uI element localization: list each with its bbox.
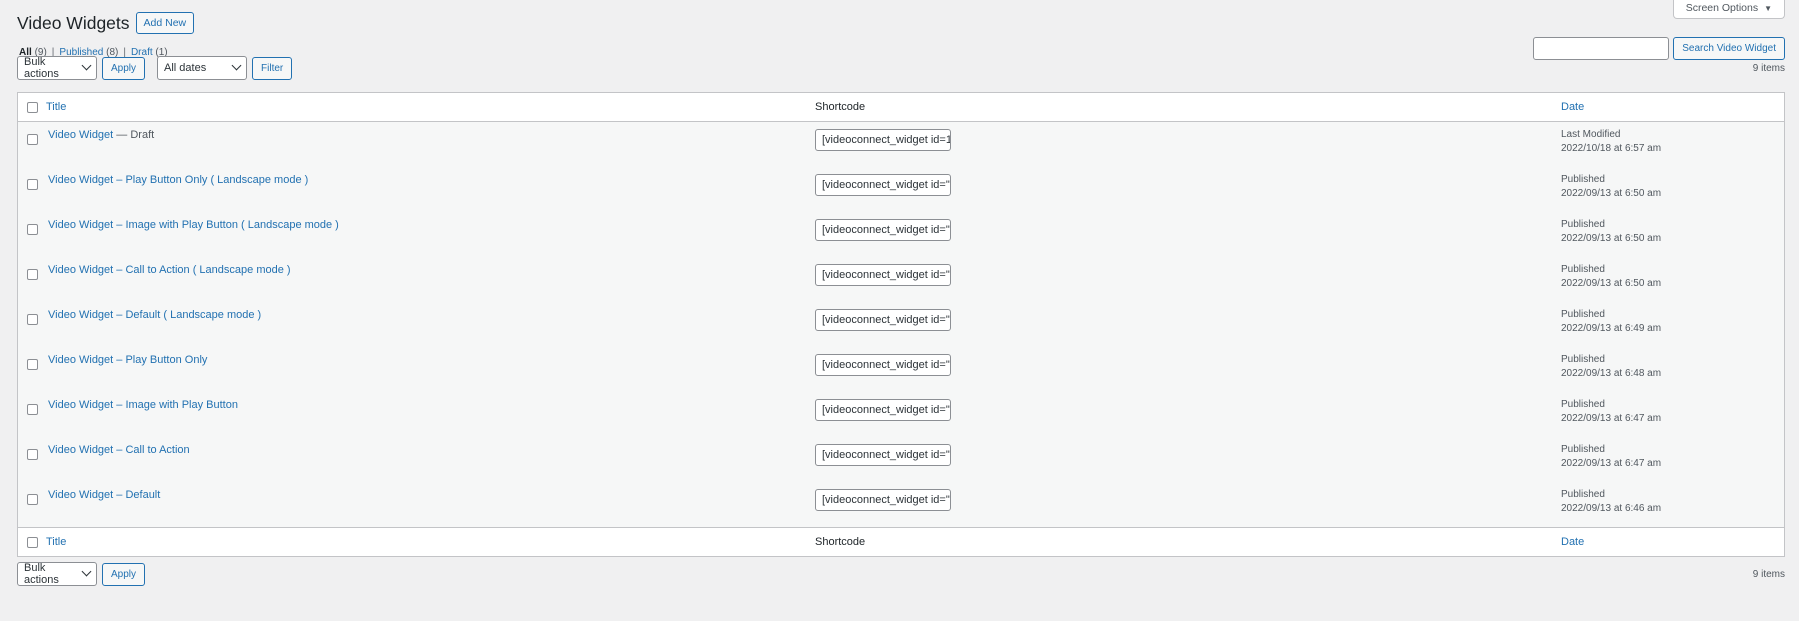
row-checkbox[interactable] xyxy=(26,314,38,325)
select-all-checkbox[interactable] xyxy=(26,101,38,113)
row-status: Published xyxy=(1561,219,1605,230)
items-count: 9 items xyxy=(1752,62,1785,74)
row-date: 2022/09/13 at 6:50 am xyxy=(1561,233,1662,244)
select-all-checkbox[interactable] xyxy=(26,536,38,548)
shortcode-field[interactable]: [videoconnect_widget id=" xyxy=(815,399,951,421)
shortcode-field[interactable]: [videoconnect_widget id=" xyxy=(815,489,951,511)
filter-button[interactable]: Filter xyxy=(252,56,293,80)
row-title-link[interactable]: Video Widget – Image with Play Button ( … xyxy=(48,219,339,231)
row-title-link[interactable]: Video Widget – Default xyxy=(48,489,160,501)
apply-button[interactable]: Apply xyxy=(102,56,146,80)
tablenav-top: Bulk actions Apply All dates Filter 9 it… xyxy=(17,56,1785,80)
shortcode-field[interactable]: [videoconnect_widget id=" xyxy=(815,444,951,466)
row-status: Published xyxy=(1561,264,1605,275)
row-status: Last Modified xyxy=(1561,129,1621,140)
row-title-link[interactable]: Video Widget – Default ( Landscape mode … xyxy=(48,309,261,321)
table-row: Video Widget — Draft [videoconnect_widget… xyxy=(18,122,1784,167)
row-checkbox[interactable] xyxy=(26,449,38,460)
row-title-link[interactable]: Video Widget – Call to Action xyxy=(48,444,190,456)
row-status: Published xyxy=(1561,444,1605,455)
row-title-link[interactable]: Video Widget xyxy=(48,129,113,141)
table-row: Video Widget – Default ( Landscape mode … xyxy=(18,302,1784,347)
row-checkbox[interactable] xyxy=(26,134,38,145)
table-footer-row: Title Shortcode Date xyxy=(18,527,1784,556)
bulk-actions-select[interactable]: Bulk actions xyxy=(17,56,97,80)
shortcode-field[interactable]: [videoconnect_widget id=" xyxy=(815,354,951,376)
screen-options-label: Screen Options xyxy=(1685,2,1759,14)
row-date: 2022/10/18 at 6:57 am xyxy=(1561,143,1662,154)
table-row: Video Widget – Call to Action ( Landscap… xyxy=(18,257,1784,302)
row-title-link[interactable]: Video Widget – Image with Play Button xyxy=(48,399,238,411)
shortcode-field[interactable]: [videoconnect_widget id=1 xyxy=(815,129,951,151)
title-column-header[interactable]: Title xyxy=(46,101,66,113)
shortcode-column-header: Shortcode xyxy=(815,101,866,113)
table-header-row: Title Shortcode Date xyxy=(18,93,1784,122)
shortcode-field[interactable]: [videoconnect_widget id=" xyxy=(815,219,951,241)
page-title: Video Widgets xyxy=(17,12,130,33)
table-row: Video Widget – Call to Action [videoconne… xyxy=(18,437,1784,482)
row-status: Published xyxy=(1561,174,1605,185)
table-row: Video Widget – Play Button Only ( Landsc… xyxy=(18,167,1784,212)
table-row: Video Widget – Image with Play Button ( … xyxy=(18,212,1784,257)
apply-button[interactable]: Apply xyxy=(102,562,146,586)
items-count: 9 items xyxy=(1752,568,1785,580)
row-checkbox[interactable] xyxy=(26,404,38,415)
add-new-button[interactable]: Add New xyxy=(135,12,195,34)
bulk-actions-select[interactable]: Bulk actions xyxy=(17,562,97,586)
row-date: 2022/09/13 at 6:50 am xyxy=(1561,188,1662,199)
widgets-table: Title Shortcode Date Video Widget — Draf… xyxy=(17,92,1785,557)
row-checkbox[interactable] xyxy=(26,224,38,235)
page-header: Video Widgets Add New xyxy=(17,12,195,34)
chevron-down-icon xyxy=(231,60,242,71)
row-date: 2022/09/13 at 6:47 am xyxy=(1561,413,1662,424)
date-column-header[interactable]: Date xyxy=(1561,101,1584,113)
row-checkbox[interactable] xyxy=(26,179,38,190)
row-post-state: — Draft xyxy=(113,129,155,141)
table-row: Video Widget – Play Button Only [videocon… xyxy=(18,347,1784,392)
row-date: 2022/09/13 at 6:48 am xyxy=(1561,368,1662,379)
row-date: 2022/09/13 at 6:49 am xyxy=(1561,323,1662,334)
row-status: Published xyxy=(1561,399,1605,410)
row-status: Published xyxy=(1561,489,1605,500)
table-row: Video Widget – Image with Play Button [vi… xyxy=(18,392,1784,437)
title-column-header[interactable]: Title xyxy=(46,536,66,548)
row-status: Published xyxy=(1561,309,1605,320)
shortcode-field[interactable]: [videoconnect_widget id=" xyxy=(815,174,951,196)
row-date: 2022/09/13 at 6:47 am xyxy=(1561,458,1662,469)
row-checkbox[interactable] xyxy=(26,269,38,280)
tablenav-bottom: Bulk actions Apply 9 items xyxy=(17,562,1785,586)
shortcode-column-header: Shortcode xyxy=(815,536,866,548)
caret-down-icon: ▼ xyxy=(1764,3,1772,13)
shortcode-field[interactable]: [videoconnect_widget id=" xyxy=(815,309,951,331)
shortcode-field[interactable]: [videoconnect_widget id=" xyxy=(815,264,951,286)
row-date: 2022/09/13 at 6:46 am xyxy=(1561,503,1662,514)
screen-options-button[interactable]: Screen Options ▼ xyxy=(1672,0,1785,19)
row-status: Published xyxy=(1561,354,1605,365)
date-column-header[interactable]: Date xyxy=(1561,536,1584,548)
date-filter-select[interactable]: All dates xyxy=(157,56,248,80)
row-title-link[interactable]: Video Widget – Call to Action ( Landscap… xyxy=(48,264,291,276)
row-date: 2022/09/13 at 6:50 am xyxy=(1561,278,1662,289)
row-checkbox[interactable] xyxy=(26,494,38,505)
chevron-down-icon xyxy=(81,566,92,577)
row-checkbox[interactable] xyxy=(26,359,38,370)
table-row: Video Widget – Default [videoconnect_widg… xyxy=(18,482,1784,527)
row-title-link[interactable]: Video Widget – Play Button Only ( Landsc… xyxy=(48,174,308,186)
chevron-down-icon xyxy=(81,60,92,71)
row-title-link[interactable]: Video Widget – Play Button Only xyxy=(48,354,207,366)
